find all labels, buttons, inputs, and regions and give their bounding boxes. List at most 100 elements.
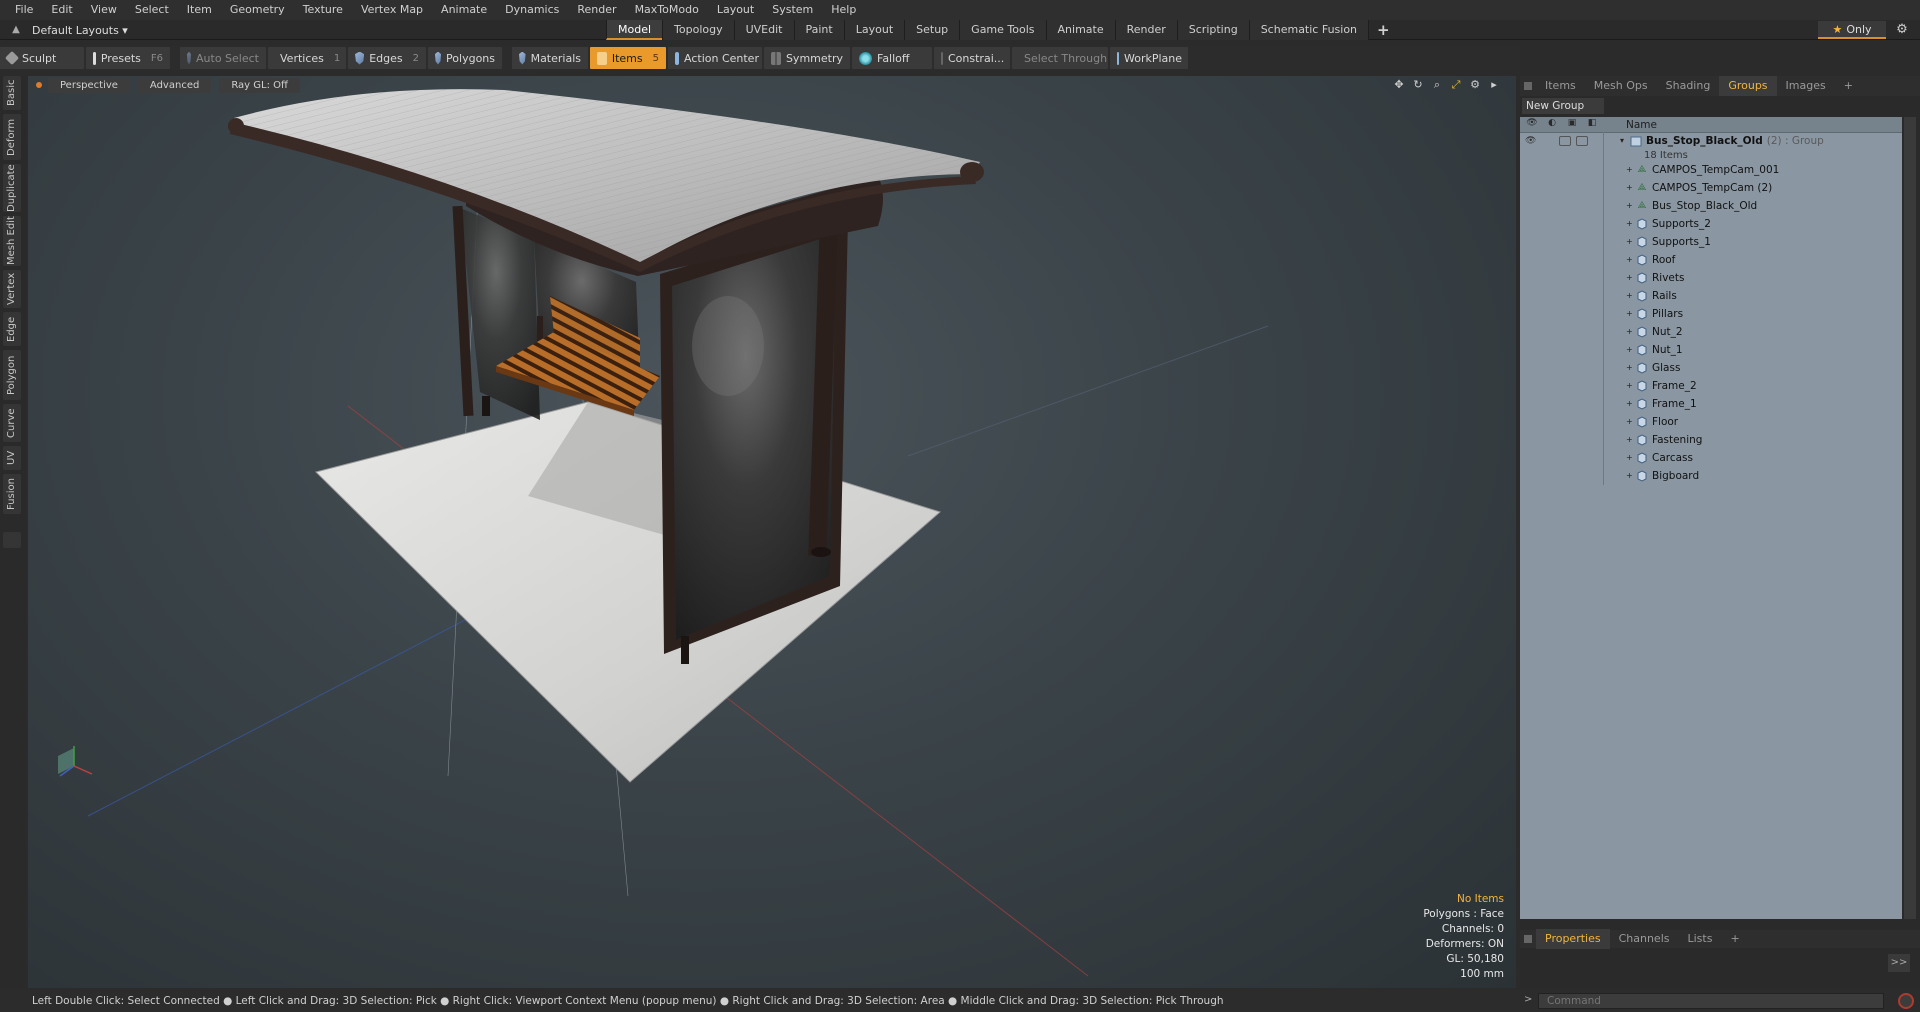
expand-item-icon[interactable]: + [1626,165,1636,174]
list-item[interactable]: + Glass [1520,358,1902,377]
expand-item-icon[interactable]: + [1626,255,1636,264]
move-view-icon[interactable]: ✥ [1391,78,1407,92]
panel-tab-items[interactable]: Items [1536,76,1585,96]
sculpt-button[interactable]: Sculpt [0,47,84,69]
vtab-curve[interactable]: Curve [3,404,21,442]
properties-tab-properties[interactable]: Properties [1536,929,1610,949]
list-item[interactable]: + ⟁ Bus_Stop_Black_Old [1520,196,1902,215]
panel-corner-icon[interactable] [1524,82,1532,90]
tab-setup[interactable]: Setup [904,20,960,40]
new-group-button[interactable]: New Group [1522,98,1604,114]
viewport-menu-dot[interactable] [36,82,42,88]
menu-system[interactable]: System [763,0,822,20]
render-toggle[interactable] [1542,136,1554,146]
menu-file[interactable]: File [6,0,42,20]
expand-item-icon[interactable]: + [1626,273,1636,282]
tab-model[interactable]: Model [606,20,663,40]
zoom-view-icon[interactable]: ⌕ [1429,78,1445,92]
command-input[interactable] [1538,993,1884,1009]
list-scrollbar[interactable] [1904,117,1916,919]
menu-select[interactable]: Select [126,0,178,20]
vtab-polygon[interactable]: Polygon [3,350,21,400]
select-toggle[interactable] [1576,135,1588,146]
list-item[interactable]: + Roof [1520,250,1902,269]
fit-view-icon[interactable]: ⤢ [1448,78,1464,92]
tab-render[interactable]: Render [1114,20,1177,40]
workplane-button[interactable]: WorkPlane [1110,47,1188,69]
name-column-header[interactable]: Name [1626,119,1657,131]
list-item[interactable]: + Nut_2 [1520,322,1902,341]
raygl-toggle[interactable]: Ray GL: Off [219,77,300,93]
expand-item-icon[interactable]: + [1626,309,1636,318]
select-column-icon[interactable]: ◧ [1584,118,1600,132]
visibility-toggle[interactable]: 👁 [1525,136,1537,146]
command-arrow-icon[interactable]: > [1524,994,1532,1005]
polygons-button[interactable]: Polygons [428,47,502,69]
list-item[interactable]: + Rails [1520,286,1902,305]
tab-schematic-fusion[interactable]: Schematic Fusion [1248,20,1369,40]
render-column-icon[interactable]: ◐ [1544,118,1560,132]
list-item[interactable]: + Floor [1520,412,1902,431]
properties-tab-channels[interactable]: Channels [1610,929,1679,949]
rotate-view-icon[interactable]: ↻ [1410,78,1426,92]
expand-item-icon[interactable]: + [1626,201,1636,210]
vtab-uv[interactable]: UV [3,446,21,470]
view-type-dropdown[interactable]: Perspective [48,77,130,93]
panel-tab-shading[interactable]: Shading [1657,76,1720,96]
vtab-deform[interactable]: Deform [3,114,21,160]
viewport-expand-icon[interactable]: ▸ [1486,78,1502,92]
vtab-basic[interactable]: Basic [3,76,21,110]
menu-maxtomodo[interactable]: MaxToModo [626,0,708,20]
tab-animate[interactable]: Animate [1045,20,1115,40]
properties-tab-lists[interactable]: Lists [1679,929,1722,949]
select-through-button[interactable]: Select Through [1012,47,1108,69]
list-item[interactable]: + ⟁ CAMPOS_TempCam (2) [1520,178,1902,197]
tab-topology[interactable]: Topology [662,20,734,40]
tab-layout[interactable]: Layout [843,20,905,40]
tab-uvedit[interactable]: UVEdit [733,20,794,40]
tab-scripting[interactable]: Scripting [1176,20,1249,40]
expand-item-icon[interactable]: + [1626,237,1636,246]
viewport-settings-icon[interactable]: ⚙ [1467,78,1483,92]
menu-render[interactable]: Render [568,0,625,20]
only-button[interactable]: ★ Only [1818,21,1886,39]
auto-select-button[interactable]: Auto Select [180,47,266,69]
menu-layout[interactable]: Layout [708,0,763,20]
items-button[interactable]: Items 5 [590,47,666,69]
vtab-duplicate[interactable]: Duplicate [3,164,21,212]
3d-viewport[interactable]: Perspective Advanced Ray GL: Off ✥ ↻ ⌕ ⤢… [28,76,1516,988]
expand-item-icon[interactable]: + [1626,435,1636,444]
viewport-scene[interactable] [28,76,1516,988]
record-macro-icon[interactable] [1898,993,1914,1009]
materials-button[interactable]: Materials [512,47,588,69]
visibility-column-icon[interactable]: 👁 [1524,118,1540,132]
list-item[interactable]: + Nut_1 [1520,340,1902,359]
layouts-selector[interactable]: ▲ Default Layouts ▾ [0,20,128,40]
panel-tab-images[interactable]: Images [1777,76,1835,96]
vtab-extra-button[interactable] [3,532,21,548]
lock-column-icon[interactable]: ▣ [1564,118,1580,132]
expand-item-icon[interactable]: + [1626,183,1636,192]
add-properties-tab-icon[interactable]: + [1721,929,1748,949]
list-item[interactable]: + ⟁ CAMPOS_TempCam_001 [1520,160,1902,179]
menu-vertex-map[interactable]: Vertex Map [352,0,432,20]
expand-item-icon[interactable]: + [1626,327,1636,336]
list-item[interactable]: + Rivets [1520,268,1902,287]
list-item[interactable]: + Fastening [1520,430,1902,449]
action-center-button[interactable]: Action Center [668,47,762,69]
expand-arrow-icon[interactable]: ▾ [1620,136,1630,145]
expand-item-icon[interactable]: + [1626,291,1636,300]
constraints-button[interactable]: Constrai... [934,47,1010,69]
shading-style-dropdown[interactable]: Advanced [137,77,212,93]
expand-item-icon[interactable]: + [1626,219,1636,228]
expand-properties-button[interactable]: >> [1888,954,1910,972]
expand-item-icon[interactable]: + [1626,345,1636,354]
layouts-dropdown[interactable]: Default Layouts ▾ [32,24,128,37]
falloff-button[interactable]: Falloff [852,47,932,69]
list-item[interactable]: + Supports_1 [1520,232,1902,251]
menu-edit[interactable]: Edit [42,0,81,20]
presets-button[interactable]: Presets F6 [86,47,170,69]
menu-animate[interactable]: Animate [432,0,496,20]
edges-button[interactable]: Edges 2 [348,47,426,69]
menu-view[interactable]: View [82,0,126,20]
